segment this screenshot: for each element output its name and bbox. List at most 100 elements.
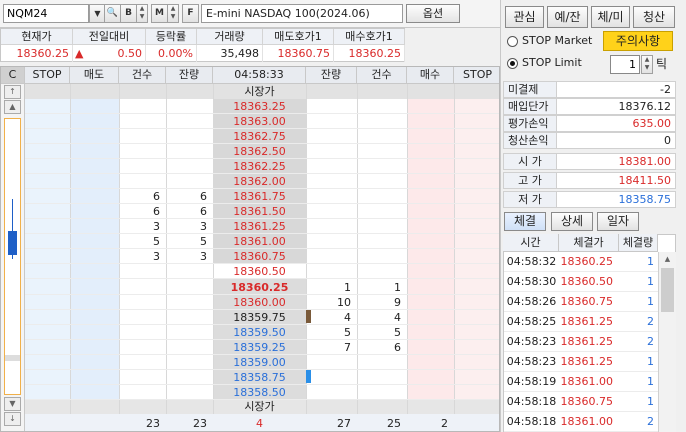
f-button[interactable]: F xyxy=(182,4,199,23)
ask-price-cell[interactable]: 18362.00 xyxy=(213,174,306,189)
header-bid-count: 건수 xyxy=(357,67,407,84)
ask-qty-cell: 3 xyxy=(200,250,207,263)
scroll-bottom-icon[interactable]: ↓ xyxy=(4,412,21,426)
ask-price-cell[interactable]: 18363.25 xyxy=(213,99,306,114)
buy-order-count: 2 xyxy=(441,417,448,430)
trade-qty: 1 xyxy=(619,272,658,292)
trade-scroll-up-icon[interactable]: ▲ xyxy=(660,253,675,266)
collapse-button[interactable]: C xyxy=(1,67,25,84)
position-label: 미결제 xyxy=(503,81,557,98)
bid-count-total: 25 xyxy=(387,417,401,430)
stop-market-label: STOP Market xyxy=(522,34,593,47)
ask-count-cell xyxy=(119,174,166,189)
bid-price-cell[interactable]: 18358.75 xyxy=(213,370,306,385)
bid-count-cell xyxy=(357,370,407,385)
tab-deposit[interactable]: 예/잔 xyxy=(547,6,588,28)
bid-price-cell[interactable]: 18359.25 xyxy=(213,340,306,355)
bid-count-cell: 4 xyxy=(394,311,401,324)
caution-button[interactable]: 주의사항 xyxy=(603,31,673,51)
bid-qty-cell: 10 xyxy=(337,296,351,309)
sell-column[interactable] xyxy=(70,84,119,431)
ask-price-cell[interactable]: 18360.75 xyxy=(213,249,306,264)
up-arrow-icon: ▲ xyxy=(75,47,84,60)
side-scrollbar[interactable]: ↑ ▲ ▼ ↓ xyxy=(1,84,25,431)
ask-price-cell[interactable]: 18362.75 xyxy=(213,129,306,144)
m-updown[interactable]: ▲ ▼ xyxy=(167,4,179,23)
ask-price-cell[interactable]: 18361.25 xyxy=(213,219,306,234)
header-sell: 매도 xyxy=(70,67,119,84)
options-button[interactable]: 옵션 xyxy=(406,4,460,23)
search-icon[interactable]: 🔍 xyxy=(104,4,121,23)
ask-price-cell[interactable]: 18362.50 xyxy=(213,144,306,159)
footer-market-label[interactable]: 시장가 xyxy=(213,399,306,414)
subtab-detail[interactable]: 상세 xyxy=(551,212,593,231)
trade-time: 04:58:23 xyxy=(504,332,559,352)
trade-price: 18361.00 xyxy=(559,412,619,432)
ask-price-cell[interactable]: 18361.50 xyxy=(213,204,306,219)
ask-price-cell[interactable]: 18361.75 xyxy=(213,189,306,204)
scroll-top-icon[interactable]: ↑ xyxy=(4,85,21,99)
symbol-input[interactable] xyxy=(3,4,89,23)
grid-line xyxy=(454,84,455,431)
subtab-fills[interactable]: 체결 xyxy=(504,212,546,231)
bid-price-cell[interactable]: 18359.75 xyxy=(213,310,306,325)
bid-price-cell[interactable]: 18359.00 xyxy=(213,355,306,370)
ask-qty-cell xyxy=(166,264,213,279)
ask-count-cell xyxy=(119,114,166,129)
market-order-label[interactable]: 시장가 xyxy=(213,84,306,99)
toolbar: ▼ 🔍 B ▲▼ M ▲▼ F E-mini NASDAQ 100(2024.0… xyxy=(0,0,500,28)
bid-price-1: 18360.25 xyxy=(334,45,405,62)
bid-qty-cell xyxy=(306,370,357,385)
trade-price: 18361.25 xyxy=(559,332,619,352)
bid-count-cell: 5 xyxy=(394,326,401,339)
ask-price-cell[interactable]: 18362.25 xyxy=(213,159,306,174)
ask-count-total: 23 xyxy=(146,417,160,430)
scroll-up-icon[interactable]: ▲ xyxy=(4,100,21,114)
ask-count-cell xyxy=(119,99,166,114)
bid-price-cell[interactable]: 18359.50 xyxy=(213,325,306,340)
subtab-daily[interactable]: 일자 xyxy=(597,212,639,231)
trade-scrollbar[interactable]: ▲ xyxy=(658,252,676,432)
ask-price-cell[interactable]: 18360.50 xyxy=(213,264,306,279)
bid-price-cell[interactable]: 18360.25 xyxy=(213,280,306,295)
trade-qty: 2 xyxy=(619,332,658,352)
ask-count-cell xyxy=(119,264,166,279)
b-updown[interactable]: ▲ ▼ xyxy=(136,4,148,23)
trade-price: 18360.75 xyxy=(559,392,619,412)
stop-limit-radio[interactable] xyxy=(507,58,518,69)
bid-qty-cell: 1 xyxy=(344,281,351,294)
trade-header-qty: 체결량 xyxy=(619,234,658,252)
tick-input[interactable] xyxy=(610,55,640,74)
ask-count-cell: 3 xyxy=(153,220,160,233)
stop-buy-column[interactable] xyxy=(454,84,499,431)
change-value: 0.50 xyxy=(91,45,146,62)
stop-market-radio[interactable] xyxy=(507,36,518,47)
trade-price: 18361.25 xyxy=(559,352,619,372)
trade-price: 18360.25 xyxy=(559,252,619,272)
trade-qty: 1 xyxy=(619,252,658,272)
ask-price-cell[interactable]: 18361.00 xyxy=(213,234,306,249)
scroll-down-icon[interactable]: ▼ xyxy=(4,397,21,411)
buy-column[interactable] xyxy=(407,84,454,431)
stop-limit-label: STOP Limit xyxy=(522,56,582,69)
scroll-thumb[interactable] xyxy=(5,355,20,361)
b-button[interactable]: B xyxy=(120,4,137,23)
bid-price-cell[interactable]: 18360.00 xyxy=(213,295,306,310)
summary-header: 거래량 xyxy=(197,29,263,45)
stop-sell-column[interactable] xyxy=(25,84,70,431)
m-button[interactable]: M xyxy=(151,4,168,23)
header-ask-count: 건수 xyxy=(119,67,166,84)
position-value: 0 xyxy=(557,132,676,149)
tab-liquidate[interactable]: 청산 xyxy=(633,6,675,28)
bid-count-cell: 6 xyxy=(394,341,401,354)
ask-price-cell[interactable]: 18363.00 xyxy=(213,114,306,129)
trade-scroll-thumb[interactable] xyxy=(661,268,674,312)
tab-watchlist[interactable]: 관심 xyxy=(505,6,544,28)
tick-stepper[interactable]: ▲ ▼ xyxy=(641,55,653,74)
position-value: 635.00 xyxy=(557,115,676,132)
trade-header-time: 시간 xyxy=(503,234,559,252)
ask-price-1: 18360.75 xyxy=(263,45,334,62)
tab-fills[interactable]: 체/미 xyxy=(591,6,630,28)
ask-qty-cell: 6 xyxy=(200,190,207,203)
bid-price-cell[interactable]: 18358.50 xyxy=(213,385,306,400)
